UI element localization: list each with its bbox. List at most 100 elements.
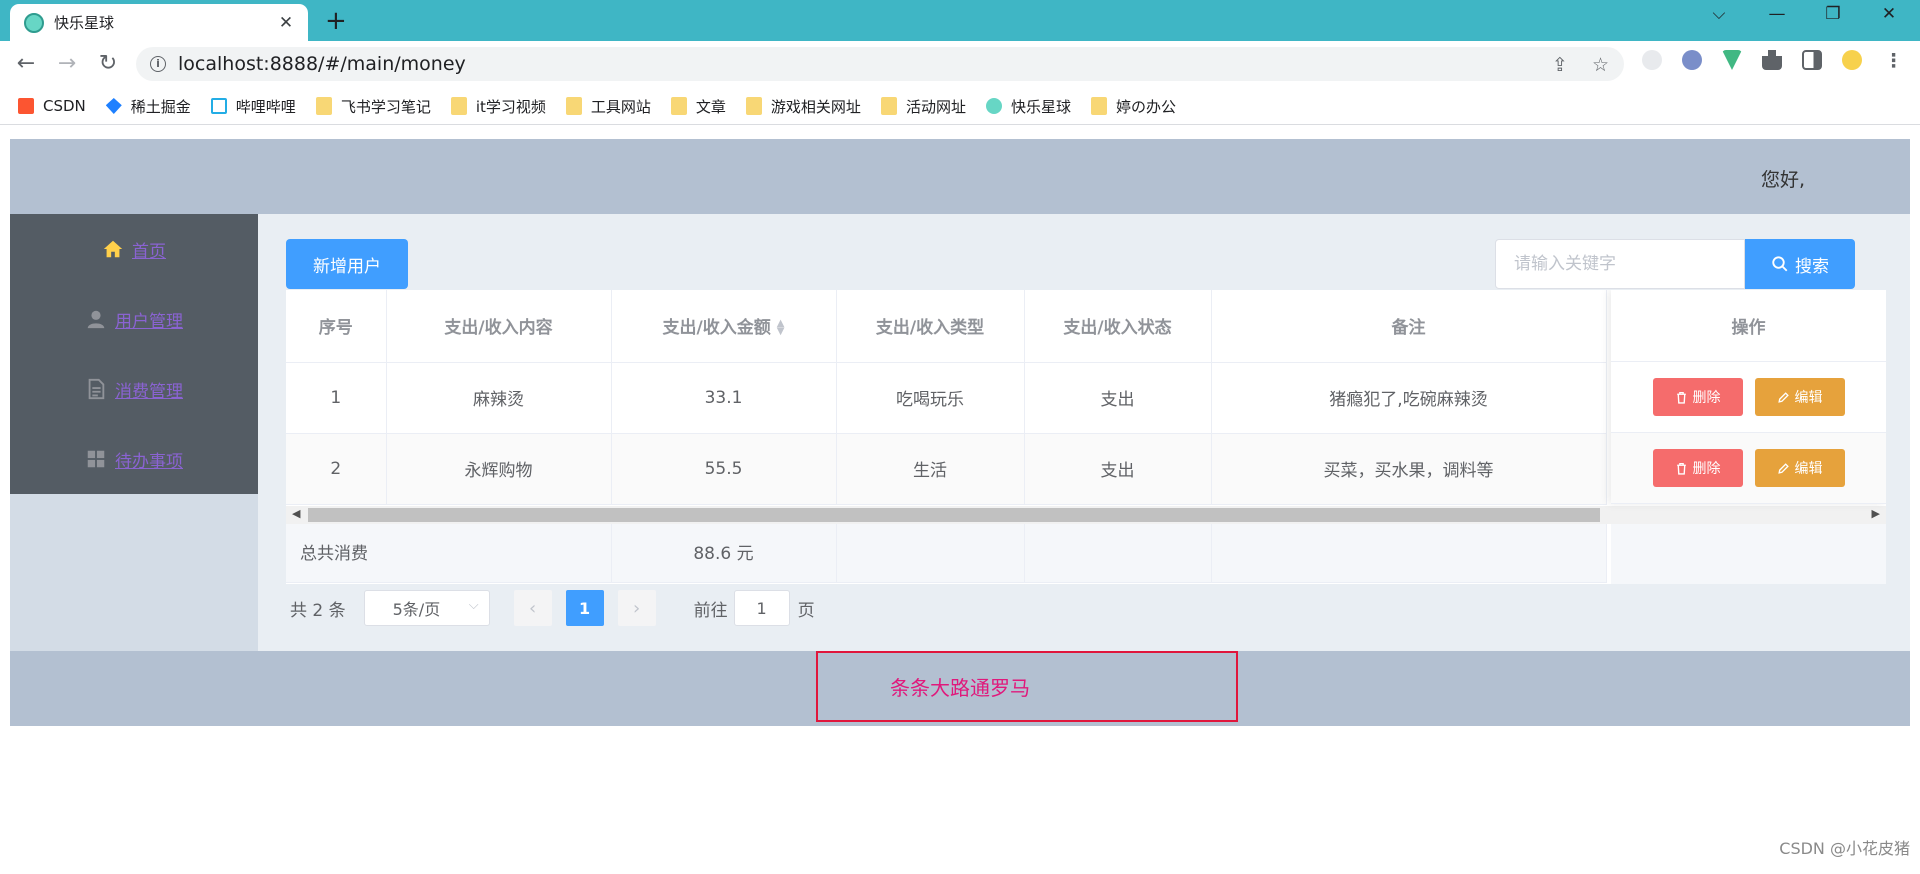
sidebar-item-home[interactable]: 首页 [10, 214, 258, 284]
folder-icon [315, 97, 332, 115]
bookmark-juejin[interactable]: 稀土掘金 [105, 96, 191, 117]
expense-table-grid: 序号 支出/收入内容 支出/收入金额 ▲ ▼ 支出/收入类型 支出/收入状态 备注 … [286, 290, 1607, 583]
bookmark-star-icon[interactable]: ☆ [1592, 54, 1609, 76]
delete-button-label: 删除 [1692, 390, 1721, 406]
column-header-content: 支出/收入内容 [386, 290, 612, 363]
column-header-amount-label: 支出/收入金额 [662, 318, 771, 339]
bookmark-folder-games[interactable]: 游戏相关网址 [745, 96, 861, 117]
bookmark-folder-it-videos[interactable]: it学习视频 [450, 96, 546, 117]
bookmark-folder-office[interactable]: 婷の办公 [1090, 96, 1176, 117]
bookmark-label: 游戏相关网址 [770, 97, 861, 116]
search-button[interactable]: 搜索 [1745, 239, 1855, 289]
share-icon[interactable]: ⇪ [1552, 54, 1568, 76]
summary-empty [836, 522, 1025, 583]
globe-icon [985, 98, 1002, 114]
page-size-select[interactable]: 5条/页 ⌵ [363, 590, 490, 626]
side-panel-icon[interactable] [1802, 50, 1822, 70]
forward-arrow-icon[interactable]: → [53, 51, 81, 76]
bookmark-label: 文章 [695, 97, 726, 116]
main-content: 新增用户 搜索 序号 支出/收入内容 支出/收入金额 ▲▼ 支出/收入类型 支出/… [258, 214, 1910, 651]
url-text: localhost:8888/#/main/money [178, 53, 466, 75]
new-tab-button[interactable]: + [325, 6, 347, 36]
site-info-icon[interactable]: i [150, 56, 166, 72]
edit-button[interactable]: 编辑 [1754, 449, 1845, 487]
browser-tab-strip: 快乐星球 ✕ + ⌵ — ❐ ✕ [0, 0, 1920, 41]
table-row: 1 麻辣烫 33.1 吃喝玩乐 支出 猪瘾犯了,吃碗麻辣烫 [286, 362, 1607, 434]
csdn-watermark: CSDN @小花皮猪 [1779, 839, 1910, 858]
browser-menu-icon[interactable]: ⋮ [1884, 50, 1903, 72]
browser-tab[interactable]: 快乐星球 ✕ [10, 4, 308, 41]
summary-empty [1211, 522, 1607, 583]
planet-favicon-icon [24, 12, 44, 33]
cell-status: 支出 [1024, 433, 1212, 505]
footer-slogan: 条条大路通罗马 [816, 651, 1238, 722]
cell-amount: 33.1 [611, 362, 837, 434]
scrollbar-thumb[interactable] [308, 508, 1600, 522]
sidebar-item-todos[interactable]: 待办事项 [10, 424, 258, 494]
goto-label: 前往 [693, 600, 728, 621]
column-header-amount[interactable]: 支出/收入金额 ▲ ▼ [611, 290, 837, 363]
extensions-puzzle-icon[interactable] [1762, 50, 1782, 70]
search-icon [1772, 256, 1788, 272]
document-icon [88, 378, 105, 400]
sidebar-item-users[interactable]: 用户管理 [10, 284, 258, 354]
goto-suffix: 页 [797, 600, 815, 621]
juejin-icon [105, 98, 122, 114]
next-page-button[interactable]: › [617, 590, 656, 626]
bookmark-bilibili[interactable]: 哔哩哔哩 [210, 96, 296, 117]
restore-window-icon[interactable]: ❐ [1818, 4, 1848, 24]
page-size-value: 5条/页 [392, 600, 441, 619]
sidebar-item-label: 首页 [132, 241, 166, 262]
grid-icon [87, 450, 105, 468]
reload-icon[interactable]: ↻ [94, 51, 122, 76]
add-user-button[interactable]: 新增用户 [286, 239, 408, 289]
delete-button[interactable]: 删除 [1652, 449, 1743, 487]
actions-fixed-column: 操作 删除 编辑 删除 编辑 [1611, 290, 1886, 584]
sidebar-item-expenses[interactable]: 消费管理 [10, 354, 258, 424]
cell-note: 猪瘾犯了,吃碗麻辣烫 [1211, 362, 1607, 434]
bookmark-folder-events[interactable]: 活动网址 [880, 96, 966, 117]
tab-search-chevron-icon[interactable]: ⌵ [1704, 4, 1734, 24]
recycle-extension-icon[interactable] [1642, 50, 1662, 70]
folder-icon [745, 97, 762, 115]
minimize-window-icon[interactable]: — [1762, 4, 1792, 24]
prev-page-button[interactable]: ‹ [513, 590, 552, 626]
delete-button[interactable]: 删除 [1652, 378, 1743, 416]
trash-icon [1676, 462, 1686, 475]
edit-button-label: 编辑 [1794, 461, 1823, 477]
folder-icon [880, 97, 897, 115]
eye-extension-icon[interactable] [1682, 50, 1702, 70]
pagination: 共 2 条 5条/页 ⌵ ‹ 1 › 前往 页 [286, 589, 815, 627]
edit-button[interactable]: 编辑 [1754, 378, 1845, 416]
back-arrow-icon[interactable]: ← [12, 51, 40, 76]
bookmark-label: 活动网址 [905, 97, 966, 116]
bookmark-folder-feishu[interactable]: 飞书学习笔记 [315, 96, 431, 117]
bookmark-happy-planet[interactable]: 快乐星球 [985, 96, 1071, 117]
search-button-label: 搜索 [1795, 256, 1829, 277]
scroll-left-arrow-icon[interactable]: ◀ [292, 507, 300, 520]
bookmark-label: 快乐星球 [1010, 97, 1071, 116]
sidebar-item-label: 待办事项 [115, 451, 183, 472]
bilibili-icon [210, 98, 227, 114]
close-window-icon[interactable]: ✕ [1874, 4, 1904, 24]
delete-button-label: 删除 [1692, 461, 1721, 477]
bookmark-folder-tools[interactable]: 工具网站 [565, 96, 651, 117]
column-header-status: 支出/收入状态 [1024, 290, 1212, 363]
horizontal-scrollbar[interactable]: ◀ ▶ [286, 506, 1886, 524]
cell-index: 1 [286, 362, 387, 434]
greeting-text: 您好, [1760, 169, 1805, 191]
page-number-button[interactable]: 1 [565, 590, 604, 626]
summary-empty [1024, 522, 1212, 583]
sort-caret-icon[interactable]: ▲ ▼ [777, 319, 785, 337]
vue-devtools-icon[interactable] [1722, 50, 1742, 70]
search-input[interactable] [1495, 239, 1745, 289]
goto-page-input[interactable] [733, 590, 790, 626]
summary-total: 88.6 元 [611, 522, 837, 583]
close-tab-icon[interactable]: ✕ [276, 13, 296, 33]
scroll-right-arrow-icon[interactable]: ▶ [1872, 507, 1880, 520]
tab-title: 快乐星球 [54, 14, 115, 32]
address-bar[interactable]: i localhost:8888/#/main/money ⇪ ☆ [136, 47, 1624, 81]
profile-avatar-icon[interactable] [1842, 50, 1862, 70]
bookmark-csdn[interactable]: CSDN [18, 97, 86, 115]
bookmark-folder-articles[interactable]: 文章 [670, 96, 726, 117]
